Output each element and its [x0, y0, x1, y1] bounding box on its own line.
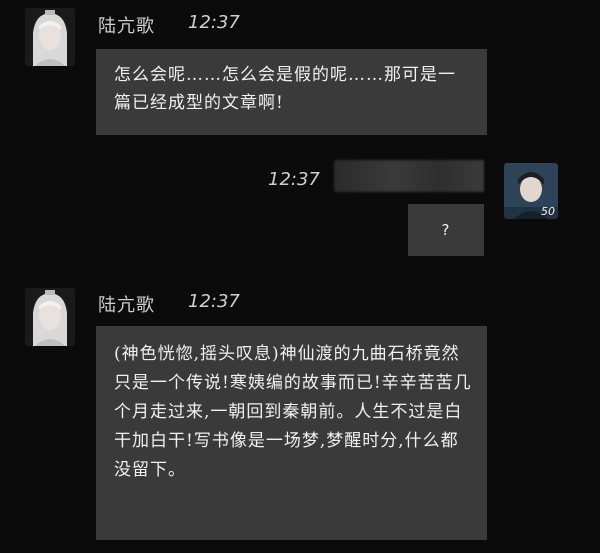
sender-name: 陆亢歌	[98, 16, 155, 37]
sender-name: 陆亢歌	[98, 295, 155, 316]
npc-avatar-icon[interactable]	[25, 288, 75, 346]
npc-avatar-icon[interactable]	[25, 8, 75, 66]
message-time: 12:37	[268, 169, 320, 190]
chat-log: 陆亢歌 12:37 怎么会呢……怎么会是假的呢……那可是一篇已经成型的文章啊! …	[0, 0, 600, 553]
message-time: 12:37	[188, 291, 240, 312]
message-bubble: ?	[408, 204, 484, 256]
message-time: 12:37	[188, 12, 240, 33]
player-level-badge: 50	[541, 205, 555, 218]
message-bubble: (神色恍惚,摇头叹息)神仙渡的九曲石桥竟然只是一个传说!寒姨编的故事而已!辛辛苦…	[96, 326, 487, 540]
player-name-redacted	[334, 160, 484, 192]
message-bubble: 怎么会呢……怎么会是假的呢……那可是一篇已经成型的文章啊!	[96, 49, 487, 135]
